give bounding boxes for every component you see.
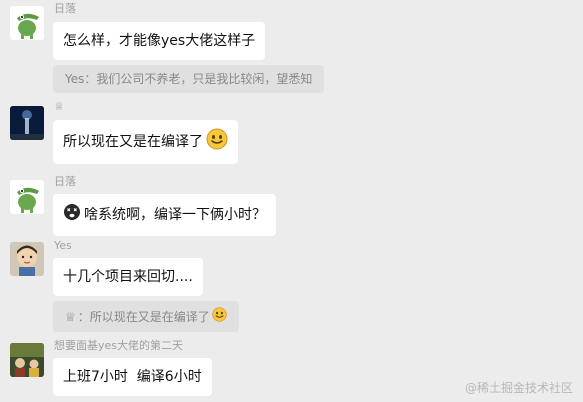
- message-text: 十几个项目来回切....: [63, 269, 193, 285]
- quoted-reply[interactable]: Yes：我们公司不养老，只是我比较闲，望悉知: [53, 65, 325, 93]
- sender-name: 想要面基yes大佬的第二天: [54, 339, 184, 352]
- chat-window: 日落 怎么样，才能像yes大佬这样子 Yes：我们公司不养老，只是我比较闲，望悉…: [0, 0, 583, 402]
- watermark: @稀土掘金技术社区: [464, 381, 573, 395]
- dizzy-face-icon: [63, 203, 81, 227]
- quoted-reply[interactable]: ♕ ：所以现在又是在编译了: [53, 301, 239, 332]
- message-bubble[interactable]: 所以现在又是在编译了: [53, 120, 238, 164]
- avatar-cartoon-boy[interactable]: [10, 242, 44, 276]
- message-text: 所以现在又是在编译了: [63, 134, 203, 150]
- crown-icon: ♕: [65, 309, 76, 324]
- sender-name: Yes: [54, 239, 72, 252]
- sender-name: 日落: [54, 2, 76, 15]
- avatar-crocodile[interactable]: [10, 180, 44, 214]
- message-bubble[interactable]: 怎么样，才能像yes大佬这样子: [53, 22, 266, 60]
- quote-text: ：所以现在又是在编译了: [77, 309, 210, 324]
- sender-name: ♕: [54, 100, 64, 113]
- message-bubble[interactable]: 啥系统啊，编译一下俩小时？: [53, 194, 276, 236]
- smiling-face-icon: [212, 307, 227, 326]
- smiling-face-icon: [206, 128, 228, 156]
- message-bubble[interactable]: 十几个项目来回切....: [53, 258, 203, 296]
- avatar-night-sky[interactable]: [10, 106, 44, 140]
- message-text: 上班7小时 编译6小时: [63, 369, 202, 385]
- avatar-landscape[interactable]: [10, 343, 44, 377]
- message-text: 啥系统啊，编译一下俩小时？: [84, 207, 266, 223]
- quote-text: Yes：我们公司不养老，只是我比较闲，望悉知: [65, 72, 313, 86]
- avatar-crocodile[interactable]: [10, 6, 44, 40]
- sender-name: 日落: [54, 175, 76, 188]
- message-text: 怎么样，才能像yes大佬这样子: [63, 33, 256, 49]
- message-bubble[interactable]: 上班7小时 编译6小时: [53, 358, 212, 396]
